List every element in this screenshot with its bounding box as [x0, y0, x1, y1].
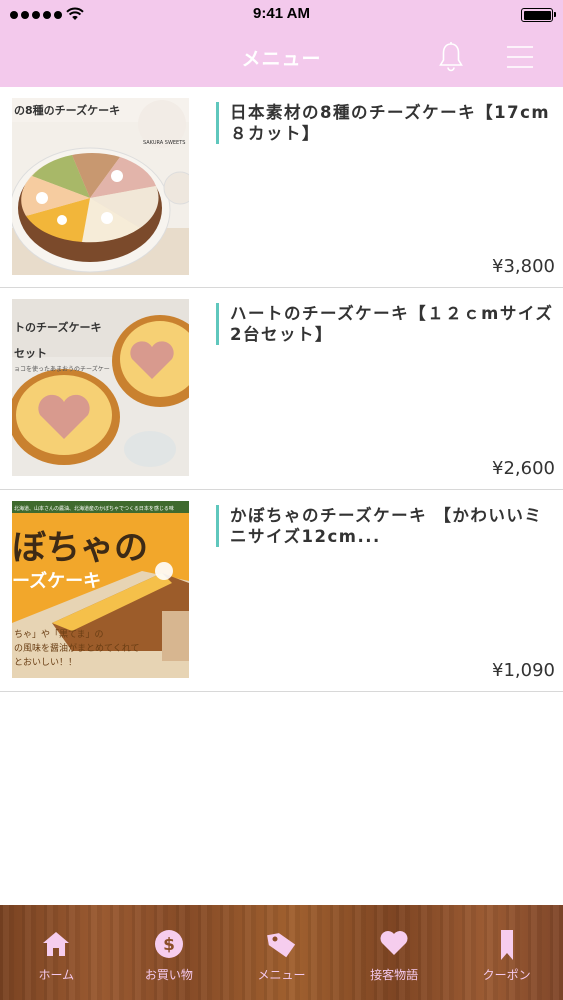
tab-menu[interactable]: メニュー [225, 905, 338, 1000]
bookmark-icon [500, 930, 513, 960]
svg-text:$: $ [163, 935, 175, 955]
product-list-item[interactable]: 北海道、山本さんの醤油、北海道産のかぼちゃでつくる日本を感じる味 ぼちゃの ーズ… [0, 490, 563, 692]
product-title-block: 日本素材の8種のチーズケーキ【17cm８カット】 [216, 102, 556, 144]
product-image-caption: の8種のチーズケーキ [14, 103, 120, 117]
product-image-caption: ーズケーキ [12, 570, 101, 592]
product-title-block: かぼちゃのチーズケーキ 【かわいいミニサイズ12cm... [216, 505, 556, 547]
home-icon [43, 932, 70, 956]
tag-icon [267, 933, 296, 958]
tab-label: 接客物語 [370, 968, 419, 982]
product-image-caption: の風味を醤油がまとめてくれて [14, 642, 139, 654]
product-price: ¥1,090 [492, 660, 555, 681]
product-list-item[interactable]: の8種のチーズケーキ SAKURA SWEETS 日本素材の8種のチーズケーキ【… [0, 87, 563, 288]
product-title: かぼちゃのチーズケーキ 【かわいいミニサイズ12cm... [230, 506, 543, 546]
product-image: 北海道、山本さんの醤油、北海道産のかぼちゃでつくる日本を感じる味 ぼちゃの ーズ… [12, 501, 189, 678]
product-price: ¥3,800 [492, 256, 555, 277]
status-time: 9:41 AM [253, 5, 310, 22]
heart-icon [380, 931, 408, 955]
hamburger-menu-icon[interactable] [505, 44, 535, 70]
page-title: メニュー [241, 48, 322, 70]
product-title-block: ハートのチーズケーキ【１２ｃmサイズ2台セット】 [216, 303, 556, 345]
product-image-caption: ョコを使ったあまおうのチーズケー [14, 365, 110, 373]
tab-coupon[interactable]: クーポン [450, 905, 563, 1000]
tab-story[interactable]: 接客物語 [338, 905, 451, 1000]
tab-label: ホーム [38, 968, 75, 982]
product-image-caption: ぼちゃの [12, 528, 148, 568]
tab-label: メニュー [257, 968, 306, 982]
product-price: ¥2,600 [492, 458, 555, 479]
product-image-caption: とおいしい！！ [14, 657, 77, 668]
tab-bar: ホーム $ お買い物 メニュー 接客物語 クーポン [0, 905, 563, 1000]
product-image: の8種のチーズケーキ SAKURA SWEETS [12, 98, 189, 275]
bell-icon[interactable] [438, 41, 464, 73]
product-title: 日本素材の8種のチーズケーキ【17cm８カット】 [230, 103, 551, 143]
product-image-caption: トのチーズケーキ [14, 320, 101, 334]
status-bar: 9:41 AM [0, 0, 563, 30]
tab-shopping[interactable]: $ お買い物 [113, 905, 226, 1000]
product-image-brand: SAKURA SWEETS [143, 140, 185, 146]
product-list: の8種のチーズケーキ SAKURA SWEETS 日本素材の8種のチーズケーキ【… [0, 87, 563, 692]
nav-bar: メニュー [0, 30, 563, 87]
tab-label: クーポン [482, 968, 531, 982]
product-list-item[interactable]: トのチーズケーキ セット ョコを使ったあまおうのチーズケー ハートのチーズケーキ… [0, 288, 563, 490]
tab-home[interactable]: ホーム [0, 905, 113, 1000]
product-image-caption: ちゃ」や「黒てま」の [14, 629, 104, 640]
product-title: ハートのチーズケーキ【１２ｃmサイズ2台セット】 [230, 304, 554, 344]
product-image: トのチーズケーキ セット ョコを使ったあまおうのチーズケー [12, 299, 189, 476]
product-image-caption: セット [14, 347, 47, 360]
battery-icon [521, 8, 556, 22]
product-image-caption: 北海道、山本さんの醤油、北海道産のかぼちゃでつくる日本を感じる味 [14, 505, 174, 512]
dollar-icon: $ [154, 930, 183, 958]
tab-label: お買い物 [144, 968, 193, 982]
